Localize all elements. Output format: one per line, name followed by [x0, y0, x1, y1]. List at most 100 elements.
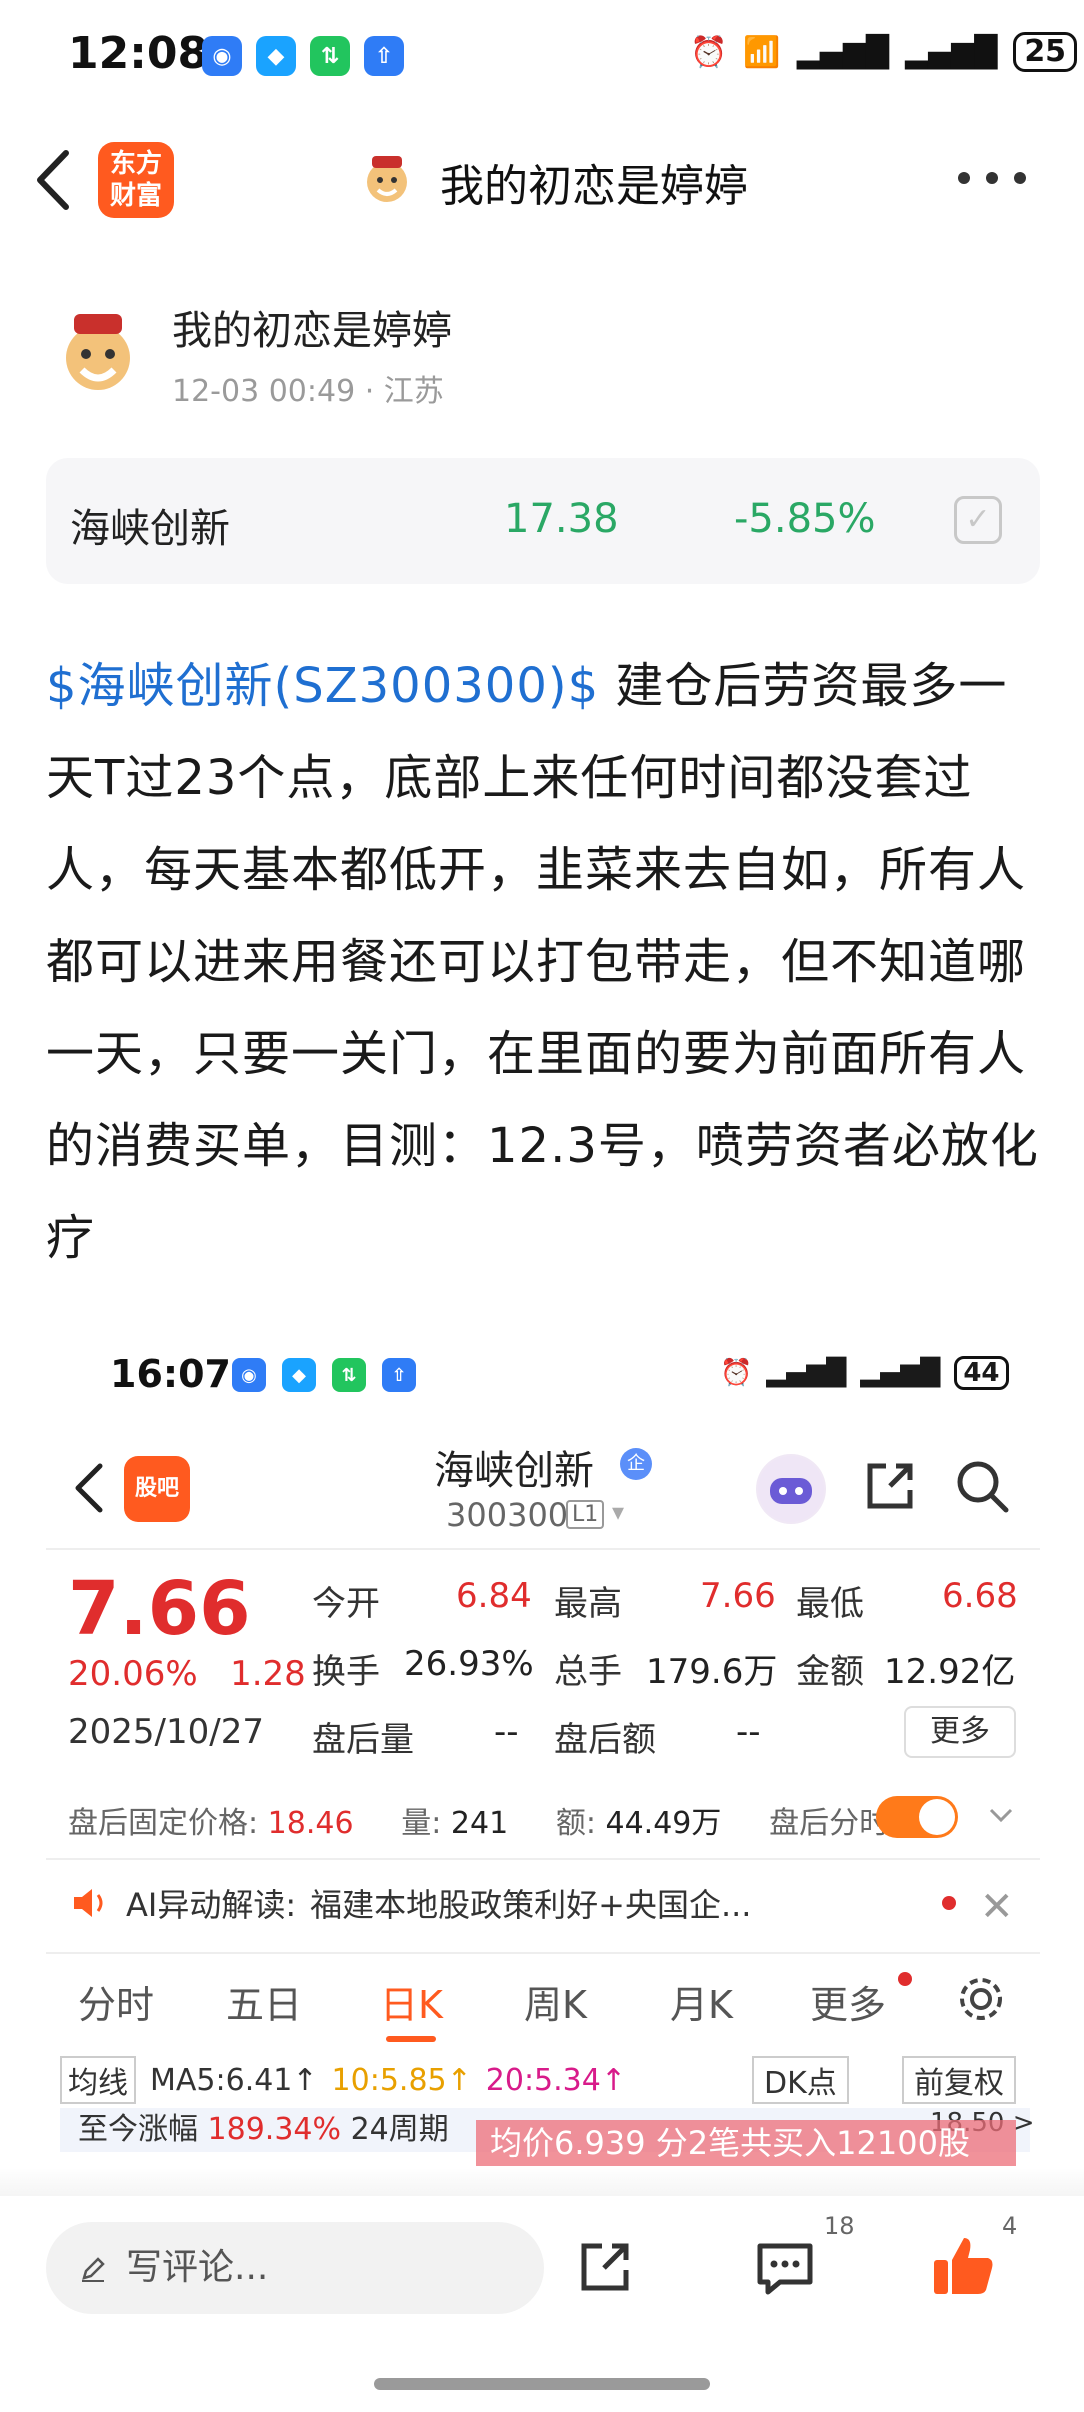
transfer-icon: ⇅ [310, 36, 350, 76]
chevron-down-icon [989, 1808, 1013, 1823]
app-logo[interactable]: 东方财富 [98, 142, 174, 218]
embedded-stock-name: 海峡创新 [434, 1448, 594, 1494]
ma-selector: 均线 [60, 2056, 136, 2104]
embedded-alarm-icon: ⏰ [720, 1358, 753, 1388]
afterhours-amount-value: -- [736, 1712, 761, 1752]
quote-change-pct: 20.06% [68, 1654, 198, 1694]
comment-count: 18 [824, 2212, 855, 2240]
ma10-value: 10:5.85↑ [331, 2062, 472, 2098]
fixed-amt-label: 额: [555, 1806, 596, 1841]
fixed-price-value: 18.46 [267, 1806, 354, 1841]
amount-label: 金额 [796, 1652, 864, 1692]
wifi-icon: 📶 [743, 34, 781, 70]
embedded-app-logo: 股吧 [124, 1456, 190, 1522]
like-count: 4 [1002, 2212, 1018, 2240]
high-value: 7.66 [700, 1576, 776, 1616]
embedded-message-icon: ◉ [232, 1358, 266, 1392]
divider [46, 1858, 1040, 1860]
turnover-value: 26.93% [404, 1644, 534, 1684]
stock-change: -5.85% [734, 496, 876, 542]
embedded-signal-icon-2: ▂▄▆█ [860, 1358, 941, 1388]
open-label: 今开 [312, 1584, 380, 1624]
quote-date: 2025/10/27 [68, 1712, 264, 1752]
author-avatar[interactable] [52, 306, 144, 398]
divider [46, 1548, 1040, 1550]
gain-value: 189.34% [207, 2112, 342, 2147]
home-indicator[interactable] [374, 2378, 710, 2390]
message-icon: ◉ [202, 36, 242, 76]
share-icon[interactable] [574, 2236, 636, 2298]
afterhours-minute-toggle [876, 1796, 958, 1838]
buy-note-overlay: 均价6.939 分2笔共买入12100股 [476, 2120, 1016, 2166]
low-value: 6.68 [942, 1576, 1018, 1616]
enterprise-badge-icon: 企 [620, 1448, 652, 1480]
ai-insight-label: AI异动解读: [126, 1886, 297, 1924]
quote-change-abs: 1.28 [230, 1654, 306, 1694]
low-label: 最低 [796, 1584, 864, 1624]
status-right: ⏰ 📶 ▂▄▆█ ▂▄▆█ 25 [690, 32, 1078, 72]
embedded-battery: 44 [954, 1356, 1009, 1390]
upload-icon: ⇧ [364, 36, 404, 76]
gain-period: 24周期 [350, 2112, 449, 2147]
embedded-back-icon [75, 1463, 103, 1513]
battery-level: 25 [1013, 32, 1078, 72]
adjust-button: 前复权 [902, 2056, 1016, 2104]
afterhours-volume-label: 盘后量 [312, 1720, 414, 1760]
add-watchlist-icon[interactable]: ✓ [954, 496, 1002, 544]
fixed-vol-label: 量: [401, 1806, 442, 1841]
caret-down-icon: ▾ [612, 1498, 625, 1526]
stock-price: 17.38 [504, 496, 619, 542]
tab-more: 更多 [810, 1983, 887, 2027]
comment-input[interactable]: 写评论... [46, 2222, 544, 2314]
stock-cashtag-link[interactable]: $海峡创新(SZ300300)$ [46, 658, 599, 714]
active-tab-indicator [386, 2036, 436, 2042]
volume-label: 总手 [554, 1652, 622, 1692]
stock-card[interactable]: 海峡创新 17.38 -5.85% ✓ [46, 458, 1040, 584]
more-tab-dot [898, 1972, 912, 1986]
tab-monthly-k: 月K [670, 1983, 733, 2027]
turnover-label: 换手 [312, 1652, 380, 1692]
tab-daily-k: 日K [380, 1983, 443, 2027]
post-meta: 12-03 00:49 · 江苏 [172, 374, 444, 409]
more-options-icon[interactable] [958, 172, 1026, 184]
embedded-search-icon [957, 1461, 1009, 1513]
comment-icon[interactable] [754, 2238, 816, 2298]
close-icon: ✕ [980, 1884, 1014, 1930]
amount-value: 12.92亿 [884, 1652, 1016, 1692]
afterhours-amount-label: 盘后额 [554, 1720, 656, 1760]
ma5-value: MA5:6.41↑ [150, 2062, 318, 2098]
robot-assistant-icon [756, 1454, 826, 1524]
shield-icon: ◆ [256, 36, 296, 76]
fixed-price-label: 盘后固定价格: [68, 1806, 259, 1841]
embedded-upload-icon: ⇧ [382, 1358, 416, 1392]
afterhours-minute-label: 盘后分时 [769, 1806, 890, 1841]
afterhours-volume-value: -- [494, 1712, 519, 1752]
embedded-status-time: 16:07 [110, 1352, 231, 1396]
unread-dot [942, 1896, 956, 1910]
tab-weekly-k: 周K [524, 1983, 587, 2027]
level-badge: L1 [566, 1500, 605, 1529]
ma20-value: 20:5.34↑ [485, 2062, 626, 2098]
ai-insight-row: AI异动解读: 福建本地股政策利好+央国企... [68, 1880, 751, 1926]
stock-name: 海峡创新 [70, 506, 230, 552]
signal-icon: ▂▄▆█ [796, 34, 890, 70]
back-chevron-icon[interactable] [30, 145, 80, 215]
divider [46, 1952, 1040, 1954]
author-avatar-small-icon [367, 156, 407, 202]
fixed-amt-value: 44.49万 [605, 1806, 722, 1841]
image-fade [0, 2168, 1084, 2198]
alarm-icon: ⏰ [690, 34, 728, 70]
author-name[interactable]: 我的初恋是婷婷 [172, 298, 452, 356]
speaker-icon [74, 1889, 103, 1917]
embedded-status-right: ⏰ ▂▄▆█ ▂▄▆█ 44 [720, 1356, 1009, 1390]
quote-more-button: 更多 [904, 1706, 1016, 1758]
embedded-shield-icon: ◆ [282, 1358, 316, 1392]
thumbs-up-icon[interactable] [930, 2232, 996, 2298]
embedded-signal-icon: ▂▄▆█ [766, 1358, 847, 1388]
post-text: 建仓后劳资最多一天T过23个点，底部上来任何时间都没套过人，每天基本都低开，韭菜… [46, 658, 1039, 1266]
fixed-vol-value: 241 [450, 1806, 509, 1841]
post-body: $海峡创新(SZ300300)$ 建仓后劳资最多一天T过23个点，底部上来任何时… [46, 640, 1046, 1284]
open-value: 6.84 [456, 1576, 532, 1616]
ma-row: 均线 MA5:6.41↑ 10:5.85↑ 20:5.34↑ [60, 2056, 626, 2104]
embedded-share-icon [867, 1463, 913, 1509]
